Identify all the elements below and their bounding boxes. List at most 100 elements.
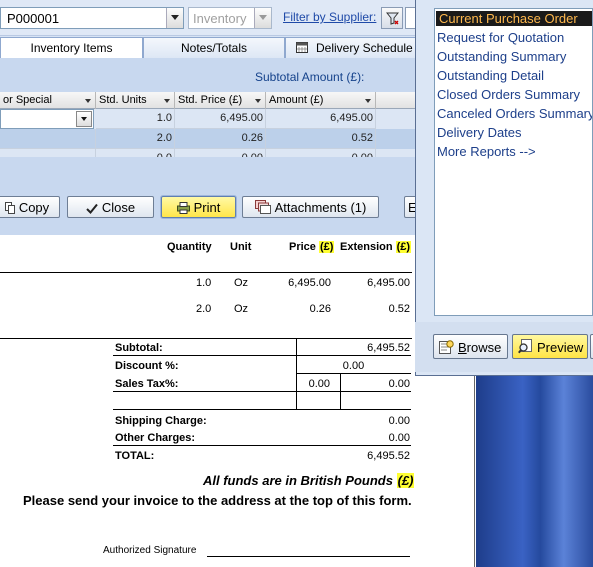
tab-notes-totals[interactable]: Notes/Totals — [143, 37, 285, 58]
tab-label: Delivery Schedule — [316, 41, 413, 55]
inventory-combo[interactable]: Inventory — [188, 7, 272, 29]
list-item[interactable]: Delivery Dates — [437, 125, 522, 140]
list-item[interactable]: Outstanding Summary — [437, 49, 566, 64]
table-row[interactable]: 1.0 6,495.00 6,495.00 — [0, 109, 420, 129]
list-item[interactable]: Closed Orders Summary — [437, 87, 580, 102]
std-price-cell[interactable]: 6,495.00 — [175, 109, 266, 129]
special-cell-combo[interactable] — [0, 109, 94, 129]
preview-label: Preview — [537, 340, 584, 355]
totals-rule — [113, 355, 411, 356]
list-item[interactable]: Current Purchase Order — [436, 11, 592, 26]
magnifier-icon — [518, 339, 533, 357]
tab-delivery-schedule[interactable]: Delivery Schedule — [285, 37, 420, 58]
copy-button[interactable]: Copy — [0, 196, 60, 218]
std-units-cell[interactable]: 1.0 — [96, 109, 175, 129]
print-button[interactable]: Print — [160, 195, 237, 219]
inventory-placeholder: Inventory — [193, 11, 247, 26]
header-rule — [0, 272, 412, 273]
col-header-std-price[interactable]: Std. Price (£) — [175, 92, 266, 109]
sales-tax-rate: 0.00 — [308, 378, 330, 390]
close-button[interactable]: Close — [67, 196, 154, 218]
line-price: 0.26 — [309, 303, 331, 315]
amount-cell[interactable]: 0.00 — [266, 149, 376, 157]
sales-tax-label: Sales Tax%: — [115, 378, 179, 390]
std-units-cell[interactable]: 2.0 — [96, 129, 175, 149]
currency-symbol: (£) — [318, 241, 335, 253]
browse-label: rowse — [466, 340, 502, 355]
amount-cell[interactable]: 6,495.00 — [266, 109, 376, 129]
tab-inventory-items[interactable]: Inventory Items — [0, 37, 143, 59]
amount-cell[interactable]: 0.52 — [266, 129, 376, 149]
col-header-std-units[interactable]: Std. Units — [96, 92, 175, 109]
subtotal-label: Subtotal: — [115, 342, 163, 354]
col-header-label: Std. Price (£) — [178, 94, 243, 106]
desktop-background — [476, 375, 593, 567]
report-col-quantity: Quantity — [167, 241, 212, 253]
col-header-label: or Special — [3, 94, 52, 106]
shipping-label: Shipping Charge: — [115, 415, 207, 427]
discount-value: 0.00 — [342, 360, 365, 372]
funnel-icon — [386, 12, 399, 25]
other-charges-label: Other Charges: — [115, 432, 196, 444]
attachments-button[interactable]: Attachments (1) — [242, 196, 379, 218]
line-extension: 0.52 — [388, 303, 410, 315]
list-item[interactable]: Outstanding Detail — [437, 68, 544, 83]
special-cell[interactable] — [0, 149, 96, 157]
col-header-label: Std. Units — [99, 94, 147, 106]
shipping-value: 0.00 — [388, 415, 410, 427]
filter-by-supplier-link[interactable]: Filter by Supplier: — [283, 10, 376, 24]
chevron-down-icon[interactable] — [166, 8, 183, 28]
extension-header-text: Extension — [340, 241, 393, 253]
filter-button[interactable] — [381, 7, 403, 29]
funds-note: All funds are in British Pounds (£) — [203, 473, 415, 488]
copy-icon — [4, 202, 15, 217]
totals-rule — [113, 409, 411, 410]
price-header-text: Price — [289, 241, 316, 253]
subtotal-amount-label: Subtotal Amount (£): — [255, 70, 365, 84]
report-col-unit: Unit — [230, 241, 252, 253]
po-number-combo[interactable]: P000001 — [0, 7, 184, 29]
line-unit: Oz — [234, 277, 249, 289]
col-header-amount[interactable]: Amount (£) — [266, 92, 376, 109]
line-price: 6,495.00 — [288, 277, 331, 289]
attachments-label: Attachments (1) — [274, 200, 367, 215]
report-col-price: Price (£) — [289, 241, 335, 253]
totals-rule — [113, 391, 411, 392]
discount-label: Discount %: — [115, 360, 179, 372]
col-header-special[interactable]: or Special — [0, 92, 96, 109]
table-row[interactable]: 0.0 0.00 0.00 — [0, 149, 420, 157]
total-value: 6,495.52 — [367, 450, 410, 462]
copy-label: Copy — [18, 200, 50, 215]
special-cell[interactable] — [0, 129, 96, 149]
subtotal-value: 6,495.52 — [367, 342, 410, 354]
printer-icon — [176, 202, 190, 217]
report-list[interactable]: Current Purchase Order Request for Quota… — [434, 8, 593, 316]
tab-label: Notes/Totals — [180, 41, 248, 55]
sort-arrow-icon — [164, 99, 170, 106]
std-price-cell[interactable]: 0.00 — [175, 149, 266, 157]
sales-tax-value: 0.00 — [388, 378, 410, 390]
chevron-down-icon[interactable] — [76, 111, 92, 127]
table-row[interactable]: 2.0 0.26 0.52 — [0, 129, 420, 149]
list-item[interactable]: More Reports --> — [437, 144, 536, 159]
std-price-cell[interactable]: 0.26 — [175, 129, 266, 149]
po-number-value: P000001 — [7, 11, 60, 26]
totals-divider — [296, 338, 297, 410]
preview-button[interactable]: Preview — [512, 334, 588, 359]
currency-symbol: (£) — [396, 473, 415, 488]
tab-label: Inventory Items — [30, 41, 113, 55]
sort-arrow-icon — [365, 99, 371, 106]
other-charges-value: 0.00 — [388, 432, 410, 444]
signature-label: Authorized Signature — [103, 545, 197, 556]
tab-strip: Inventory Items Notes/Totals Delivery Sc… — [0, 36, 420, 59]
list-item[interactable]: Canceled Orders Summary — [437, 106, 592, 121]
chevron-down-icon[interactable] — [254, 8, 271, 28]
browse-button[interactable]: Browse — [433, 334, 508, 359]
totals-rule — [296, 373, 411, 374]
signature-line — [207, 556, 410, 557]
sort-arrow-icon — [255, 99, 261, 106]
list-item[interactable]: Request for Quotation — [437, 30, 564, 45]
line-unit: Oz — [234, 303, 249, 315]
std-units-cell[interactable]: 0.0 — [96, 149, 175, 157]
line-qty: 2.0 — [196, 303, 212, 315]
